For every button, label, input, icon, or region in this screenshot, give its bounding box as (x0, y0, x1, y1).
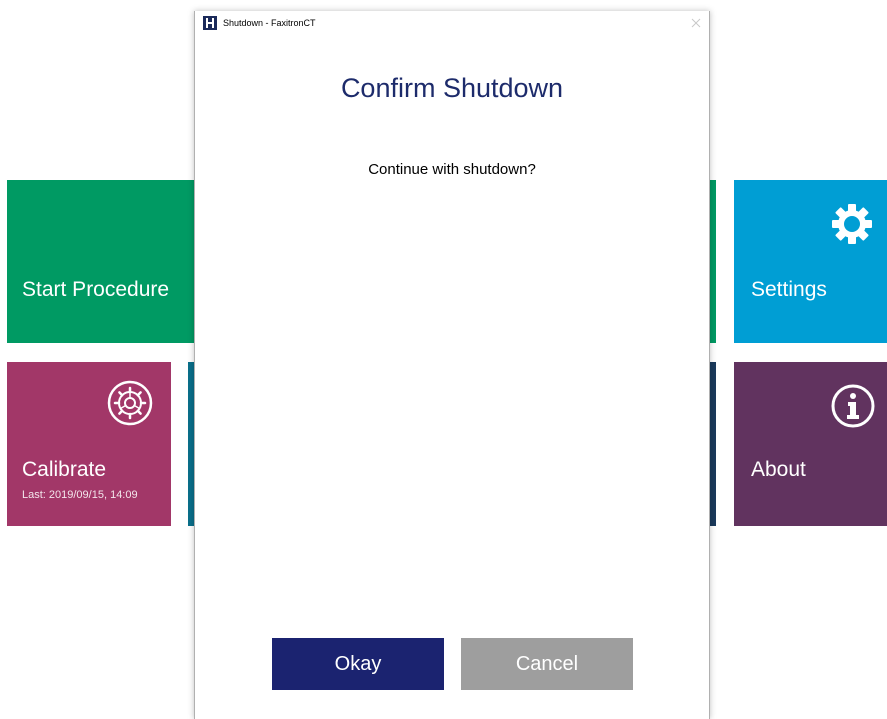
hidden-tile-edge-navy[interactable] (710, 362, 716, 526)
cancel-button[interactable]: Cancel (461, 638, 633, 690)
settings-label: Settings (751, 278, 827, 301)
hidden-tile-edge-green[interactable] (710, 180, 716, 343)
calibrate-label: Calibrate (22, 458, 107, 481)
dialog-window-title: Shutdown - FaxitronCT (223, 18, 316, 28)
app-icon (203, 16, 217, 30)
last-calibration-text: Last: 2019/09/15, 14:09 (22, 489, 138, 501)
dialog-message: Continue with shutdown? (368, 161, 536, 178)
gear-icon (830, 202, 874, 251)
start-procedure-tile[interactable]: Start Procedure (7, 180, 200, 343)
close-icon[interactable] (689, 16, 703, 30)
calibrate-gear-circle-icon (107, 380, 153, 431)
dialog-heading: Confirm Shutdown (340, 73, 564, 103)
okay-button[interactable]: Okay (272, 638, 444, 690)
about-tile[interactable]: About (734, 362, 887, 526)
calibrate-tile[interactable]: Calibrate Last: 2019/09/15, 14:09 (7, 362, 171, 526)
about-label: About (751, 458, 806, 481)
shutdown-dialog: Shutdown - FaxitronCT Confirm Shutdown C… (194, 11, 710, 719)
start-procedure-label: Start Procedure (22, 278, 170, 301)
settings-tile[interactable]: Settings (734, 180, 887, 343)
dialog-titlebar[interactable]: Shutdown - FaxitronCT (195, 11, 709, 36)
info-icon (831, 384, 875, 433)
